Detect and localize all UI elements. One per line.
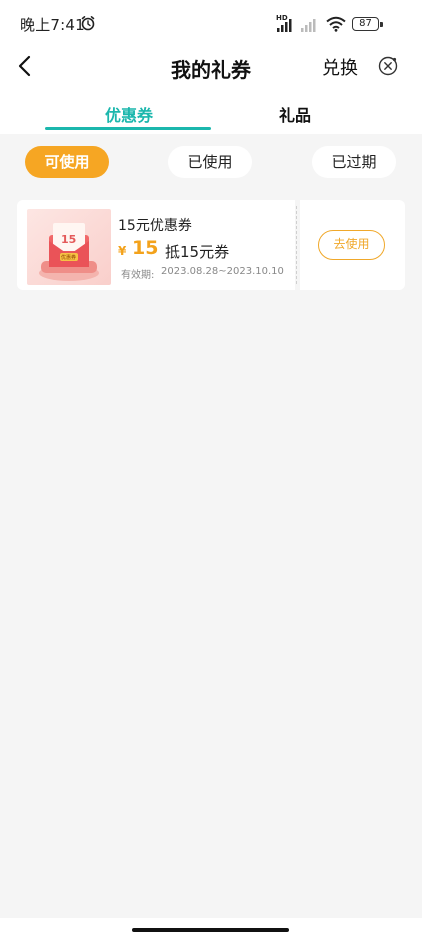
status-time: 晚上7:41 [20,16,85,34]
coupon-image [27,209,111,285]
page-title: 我的礼券 [171,58,251,82]
use-coupon-button[interactable]: 去使用 [318,230,385,260]
coupon-validity-dates: 2023.08.28~2023.10.10 [161,266,284,277]
signal-strength-secondary-icon [301,19,316,32]
active-tab-indicator [45,127,211,130]
coupon-description: 抵15元券 [165,243,230,261]
coupon-image-number: 15 [61,233,77,246]
redeem-button[interactable]: 兑换 [322,54,358,80]
coupon-card: 15 优惠券 15元优惠券 ¥ 15 抵15元券 有效期: 2023.08.28… [17,200,405,290]
home-indicator[interactable] [132,928,289,932]
signal-strength-icon [277,19,292,32]
navigation-bar: 我的礼券 兑换 [0,48,422,92]
coupon-image-badge: 优惠券 [61,255,77,261]
coupon-name: 15元优惠券 [118,218,192,234]
category-tabs: 优惠券 礼品 [0,92,422,134]
coupon-action-area: 去使用 [300,200,405,290]
filter-expired[interactable]: 已过期 [312,146,396,178]
coupon-info: 15 优惠券 15元优惠券 ¥ 15 抵15元券 有效期: 2023.08.28… [17,200,295,290]
battery-indicator: 87 [352,17,379,31]
tab-coupons[interactable]: 优惠券 [105,102,153,126]
battery-cap [380,22,383,27]
coupon-divider [296,206,297,284]
status-bar: 晚上7:41 HD 87 [0,0,422,48]
wifi-icon [326,16,346,32]
close-mini-program-icon[interactable] [377,55,399,77]
filter-available[interactable]: 可使用 [25,146,109,178]
coupon-amount: 15 [132,237,159,259]
coupon-currency: ¥ [118,244,127,258]
alarm-clock-icon [81,16,95,31]
tab-gifts[interactable]: 礼品 [279,102,311,126]
coupon-validity-label: 有效期: [121,270,155,281]
filter-used[interactable]: 已使用 [168,146,252,178]
